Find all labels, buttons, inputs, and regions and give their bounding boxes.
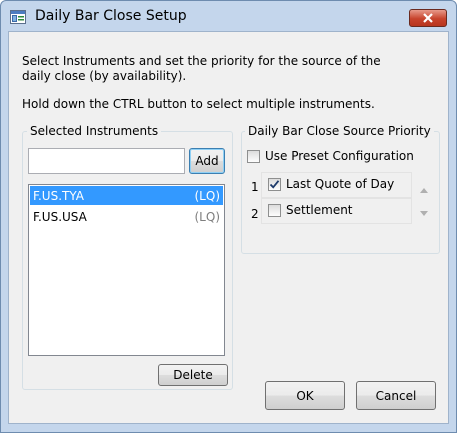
settlement-checkbox[interactable]	[268, 204, 281, 217]
arrow-up-icon	[420, 188, 428, 193]
add-button[interactable]: Add	[189, 148, 225, 174]
list-item[interactable]: F.US.USA (LQ)	[30, 207, 223, 226]
move-up-button[interactable]	[420, 182, 428, 196]
close-icon	[423, 13, 433, 23]
priority-number: 1	[251, 180, 259, 194]
instrument-list[interactable]: F.US.TYA (LQ) F.US.USA (LQ)	[28, 184, 225, 356]
cancel-button[interactable]: Cancel	[356, 381, 436, 410]
list-item[interactable]: F.US.TYA (LQ)	[30, 186, 223, 205]
window-title: Daily Bar Close Setup	[35, 8, 187, 24]
priority-item-label: Last Quote of Day	[286, 177, 395, 191]
instruction-line-3: Hold down the CTRL button to select mult…	[22, 97, 375, 111]
checkmark-icon	[269, 180, 280, 189]
use-preset-label[interactable]: Use Preset Configuration	[265, 149, 414, 163]
move-down-button[interactable]	[420, 205, 428, 219]
dialog-body: Select Instruments and set the priority …	[8, 31, 449, 424]
source-priority-label: Daily Bar Close Source Priority	[245, 124, 434, 138]
arrow-down-icon	[420, 211, 428, 216]
app-window-icon	[10, 10, 26, 24]
instrument-source-tag: (LQ)	[194, 209, 221, 224]
instruction-line-2: daily close (by availability).	[22, 69, 187, 83]
title-bar[interactable]: Daily Bar Close Setup	[1, 1, 456, 31]
delete-button[interactable]: Delete	[158, 364, 228, 386]
priority-item-label: Settlement	[286, 203, 353, 217]
instrument-source-tag: (LQ)	[194, 188, 221, 203]
instruction-line-1: Select Instruments and set the priority …	[22, 54, 381, 68]
selected-instruments-label: Selected Instruments	[27, 124, 162, 138]
ok-button[interactable]: OK	[265, 381, 345, 410]
priority-number: 2	[251, 207, 259, 221]
instrument-search-input[interactable]	[28, 148, 185, 174]
priority-item-settlement[interactable]: Settlement	[261, 198, 412, 224]
close-button[interactable]	[409, 9, 447, 27]
last-quote-checkbox[interactable]	[268, 178, 281, 191]
dialog-window: Daily Bar Close Setup Select Instruments…	[0, 0, 457, 433]
instrument-code: F.US.USA	[33, 209, 87, 224]
use-preset-checkbox[interactable]	[247, 150, 260, 163]
priority-item-last-quote[interactable]: Last Quote of Day	[261, 172, 412, 198]
instrument-code: F.US.TYA	[33, 188, 84, 203]
